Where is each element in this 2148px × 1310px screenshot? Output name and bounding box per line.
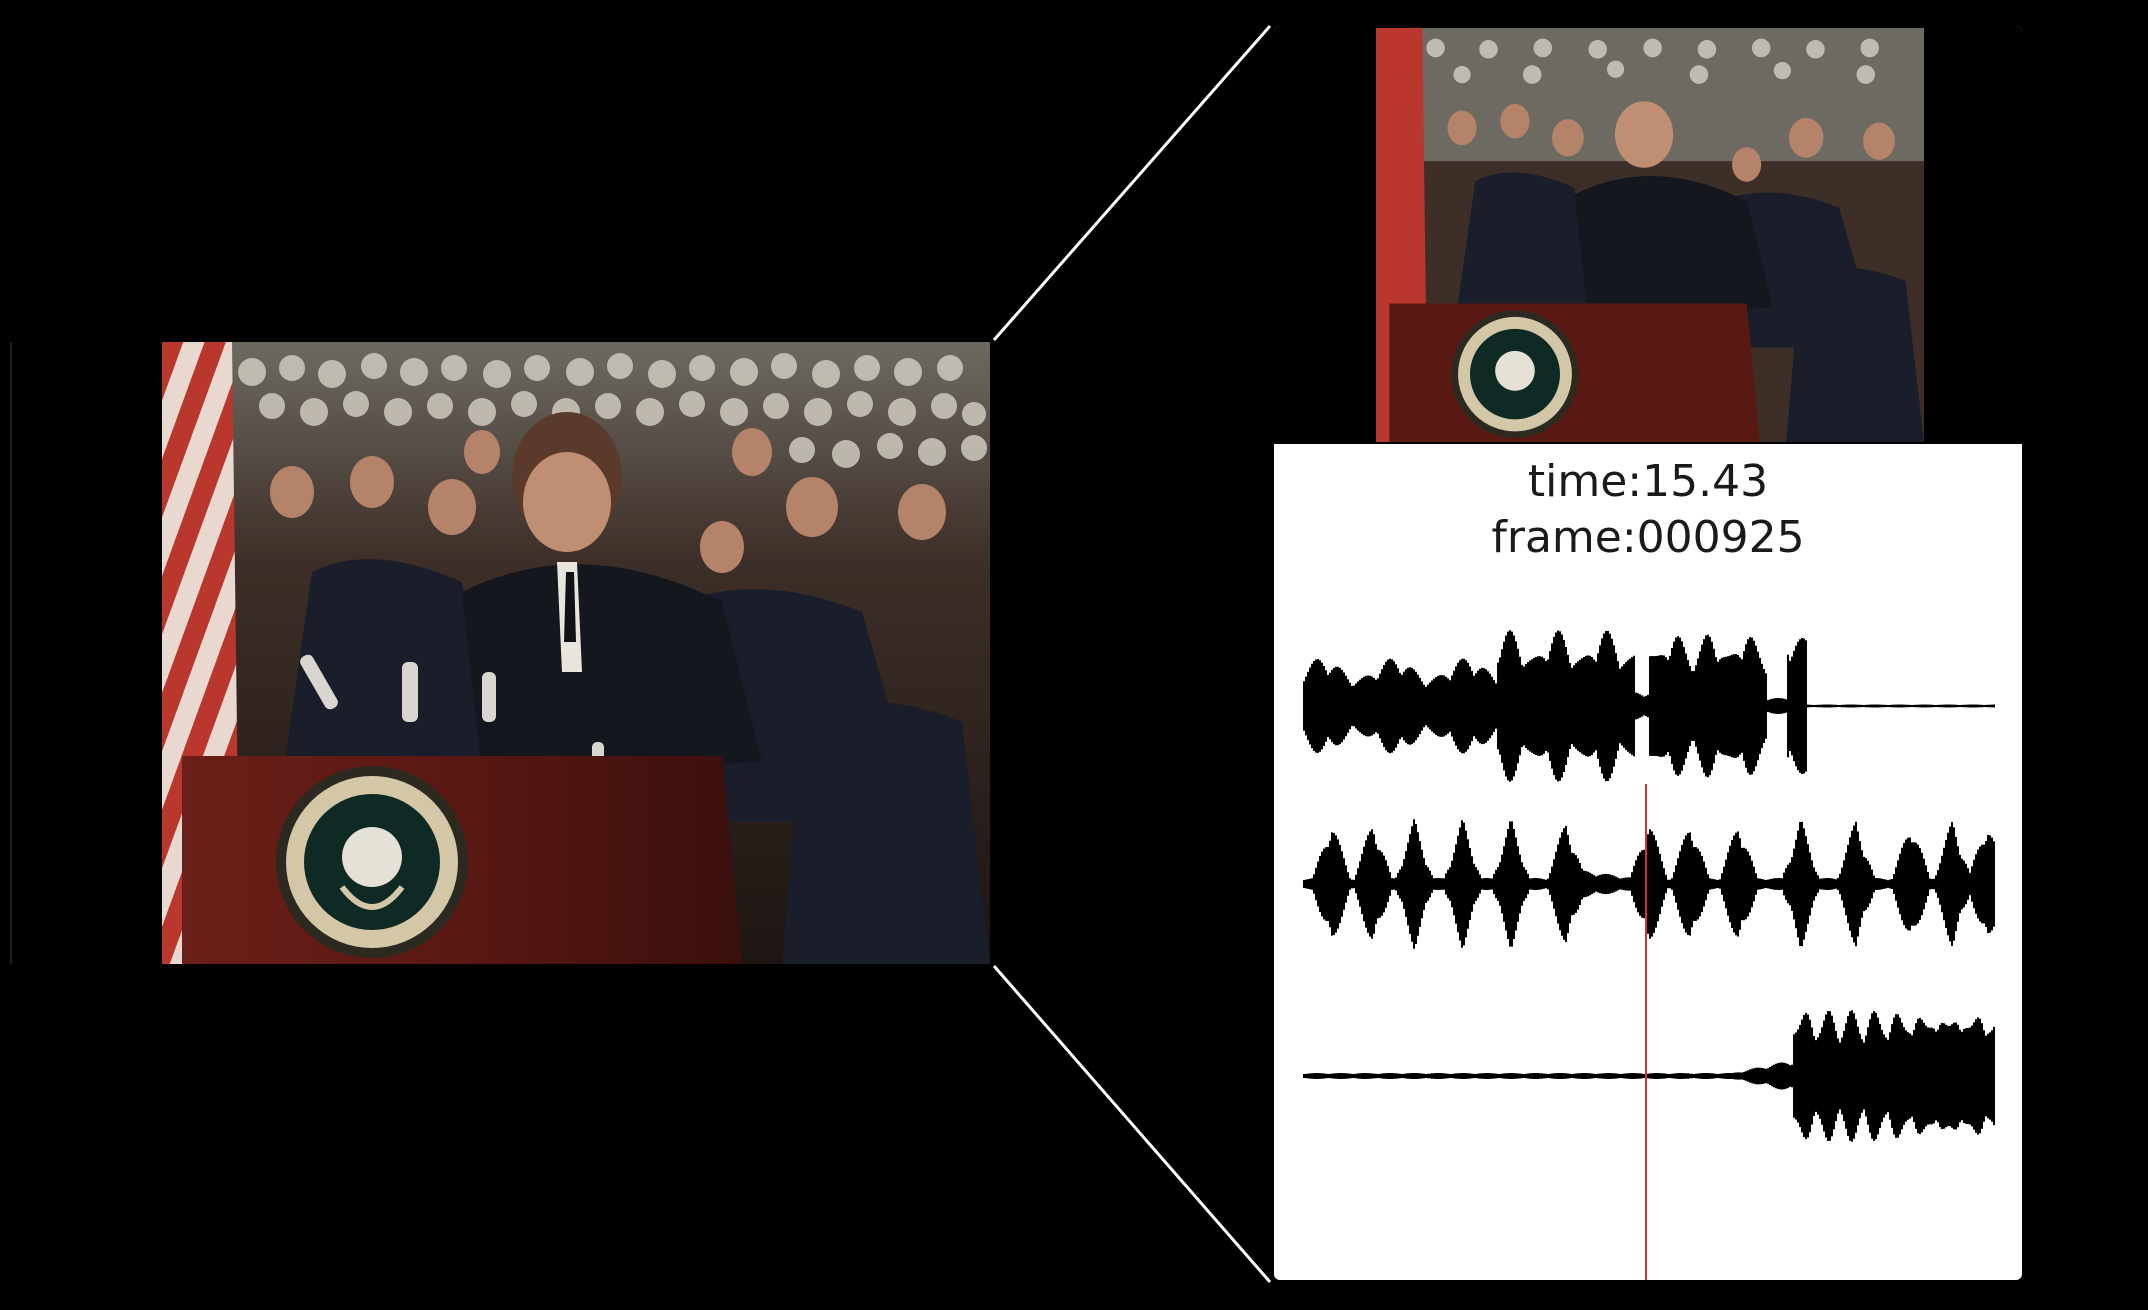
analysis-panel: time:15.43 frame:000925 bbox=[1274, 26, 2022, 1280]
waveform-trace-2 bbox=[1303, 819, 1995, 949]
waveform-trace-1 bbox=[1303, 630, 1995, 782]
thumbnail-band bbox=[1274, 26, 2022, 444]
video-thumbnail bbox=[1376, 28, 1924, 442]
waveform-area[interactable] bbox=[1274, 606, 2022, 1280]
frame-readout: frame:000925 bbox=[1491, 512, 1805, 563]
waveform-track-1 bbox=[1303, 630, 1995, 782]
thumbnail-image bbox=[1376, 28, 1924, 442]
waveform-track-2 bbox=[1303, 819, 1995, 949]
playback-info: time:15.43 frame:000925 bbox=[1274, 454, 2022, 566]
waveform-track-3 bbox=[1303, 1010, 1995, 1142]
waveform-plot bbox=[1303, 630, 1995, 1280]
waveform-trace-3 bbox=[1303, 1010, 1995, 1142]
time-readout: time:15.43 bbox=[1527, 456, 1769, 507]
